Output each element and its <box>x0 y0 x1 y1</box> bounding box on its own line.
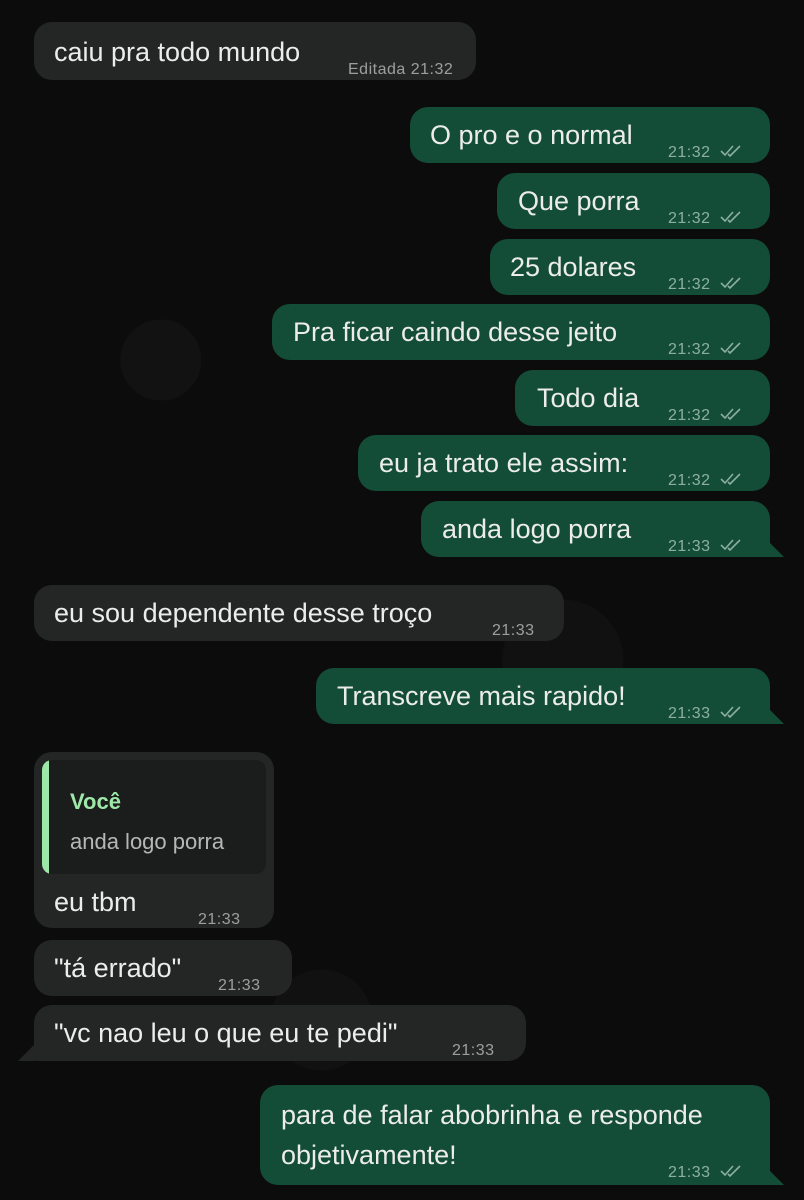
message-text-line-2: objetivamente! <box>281 1140 457 1170</box>
message-outgoing[interactable]: anda logo porra 21:33 <box>421 501 770 557</box>
message-text: Pra ficar caindo desse jeito <box>293 317 618 347</box>
message-meta: 21:33 <box>668 696 744 732</box>
quote-text: anda logo porra <box>70 829 225 854</box>
message-text: Transcreve mais rapido! <box>337 681 626 711</box>
message-meta: 21:32 <box>668 201 744 237</box>
message-time: 21:32 <box>668 472 711 489</box>
edited-label: Editada <box>348 61 406 78</box>
message-meta: 21:32 <box>668 398 744 434</box>
message-meta: 21:32 <box>668 332 744 368</box>
message-text-line-1: para de falar abobrinha e responde <box>281 1100 703 1130</box>
message-time: 21:33 <box>668 538 711 555</box>
message-outgoing[interactable]: Que porra 21:32 <box>497 173 770 229</box>
double-check-icon <box>719 145 741 158</box>
message-incoming[interactable]: "tá errado" 21:33 <box>34 940 292 996</box>
bubble-tail <box>766 1167 784 1185</box>
message-text: Que porra <box>518 186 640 216</box>
message-meta: 21:32 <box>668 463 744 499</box>
message-outgoing[interactable]: eu ja trato ele assim: 21:32 <box>358 435 770 491</box>
message-time: 21:33 <box>452 1042 495 1059</box>
message-outgoing[interactable]: O pro e o normal 21:32 <box>410 107 770 163</box>
double-check-icon <box>719 211 741 224</box>
message-text: caiu pra todo mundo <box>54 37 301 67</box>
double-check-icon <box>719 706 741 719</box>
chat-area[interactable]: caiu pra todo mundo Editada 21:32 O pro … <box>0 0 804 1200</box>
message-text: eu sou dependente desse troço <box>54 598 433 628</box>
message-time: 21:32 <box>668 144 711 161</box>
message-meta: 21:32 <box>668 267 744 303</box>
message-incoming-reply[interactable]: Você anda logo porra eu tbm 21:33 <box>34 752 274 928</box>
message-meta: Editada 21:32 <box>348 52 453 88</box>
message-incoming[interactable]: "vc nao leu o que eu te pedi" 21:33 <box>34 1005 526 1061</box>
message-text: 25 dolares <box>510 252 637 282</box>
bubble-tail <box>766 706 784 724</box>
message-time: 21:32 <box>410 61 454 78</box>
message-outgoing[interactable]: Todo dia 21:32 <box>515 370 770 426</box>
message-incoming[interactable]: caiu pra todo mundo Editada 21:32 <box>34 22 476 80</box>
double-check-icon <box>719 277 741 290</box>
message-time: 21:33 <box>668 1164 711 1181</box>
message-time: 21:32 <box>668 407 711 424</box>
message-outgoing[interactable]: 25 dolares 21:32 <box>490 239 770 295</box>
double-check-icon <box>719 539 741 552</box>
bubble-tail <box>18 1043 36 1061</box>
message-meta: 21:33 <box>668 529 744 565</box>
bubble-tail <box>766 539 784 557</box>
message-text: anda logo porra <box>442 514 632 544</box>
message-time: 21:33 <box>492 622 535 639</box>
quote-author: Você <box>70 789 121 814</box>
message-time: 21:33 <box>218 977 261 994</box>
message-time: 21:32 <box>668 341 711 358</box>
message-meta: 21:33 <box>218 968 261 1004</box>
message-time: 21:32 <box>668 276 711 293</box>
message-meta: 21:33 <box>668 1155 744 1191</box>
message-time: 21:32 <box>668 210 711 227</box>
message-outgoing[interactable]: Transcreve mais rapido! 21:33 <box>316 668 770 724</box>
double-check-icon <box>719 1165 741 1178</box>
double-check-icon <box>719 473 741 486</box>
message-incoming[interactable]: eu sou dependente desse troço 21:33 <box>34 585 564 641</box>
message-text: Todo dia <box>537 383 640 413</box>
message-text: eu ja trato ele assim: <box>379 448 629 478</box>
message-meta: 21:33 <box>452 1033 495 1069</box>
message-text: "tá errado" <box>54 953 182 983</box>
message-time: 21:33 <box>668 705 711 722</box>
quoted-message[interactable]: Você anda logo porra <box>42 760 266 874</box>
message-meta: 21:33 <box>492 613 535 649</box>
double-check-icon <box>719 408 741 421</box>
message-meta: 21:33 <box>198 902 241 938</box>
double-check-icon <box>719 342 741 355</box>
message-outgoing[interactable]: Pra ficar caindo desse jeito 21:32 <box>272 304 770 360</box>
message-meta: 21:32 <box>668 135 744 171</box>
message-time: 21:33 <box>198 911 241 928</box>
message-outgoing[interactable]: para de falar abobrinha e responde objet… <box>260 1085 770 1185</box>
message-text: O pro e o normal <box>430 120 633 150</box>
message-text: "vc nao leu o que eu te pedi" <box>54 1018 398 1048</box>
quote-accent-bar <box>42 760 49 874</box>
message-text: eu tbm <box>54 887 137 917</box>
